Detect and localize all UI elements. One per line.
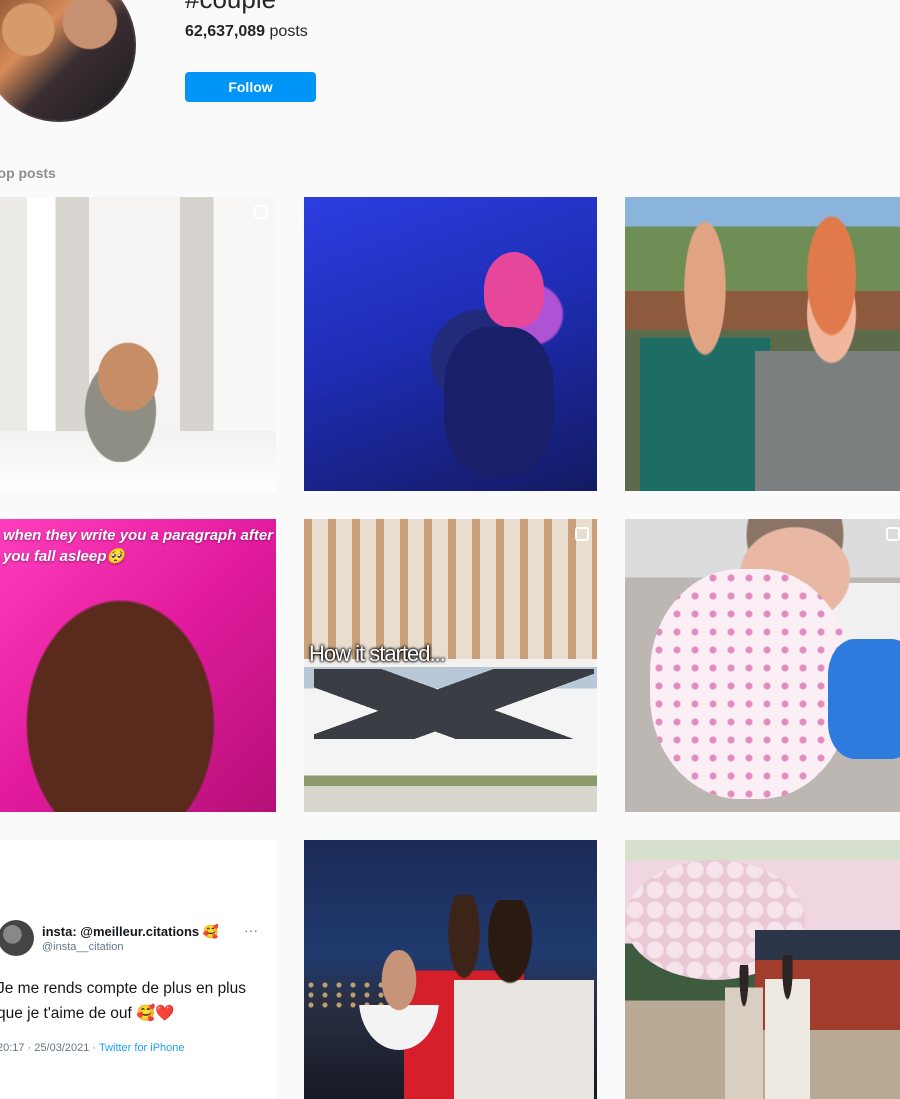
top-posts-label: Top posts <box>0 165 56 181</box>
tweet-meta: 20:17 · 25/03/2021 · Twitter for iPhone <box>0 1042 185 1054</box>
post-9-image-person-left <box>725 965 763 1099</box>
post-tile-9[interactable] <box>625 840 900 1099</box>
post-tile-5[interactable]: How it started... <box>304 519 597 812</box>
post-3-image-person-right <box>755 212 900 491</box>
post-1-image-figures <box>53 292 203 462</box>
gallery-icon <box>575 527 589 541</box>
gallery-icon <box>886 527 900 541</box>
tweet-handle: insta: @meilleur.citations 🥰 <box>42 924 219 939</box>
post-tile-1[interactable] <box>0 197 276 491</box>
tweet-time: 20:17 · 25/03/2021 · <box>0 1042 99 1054</box>
post-tile-3[interactable] <box>625 197 900 491</box>
post-2-image-hair <box>484 252 544 327</box>
post-tile-8[interactable] <box>304 840 597 1099</box>
gallery-icon <box>254 205 268 219</box>
tweet-app: Twitter for iPhone <box>98 1042 185 1054</box>
post-tile-7[interactable]: insta: @meilleur.citations 🥰 @insta__cit… <box>0 840 276 1099</box>
tweet-text: Je me rends compte de plus en plus que j… <box>0 980 246 1022</box>
post-8-image-baby <box>359 950 439 1050</box>
post-4-overlay-text: when they write you a paragraph after yo… <box>3 527 274 565</box>
tweet-avatar <box>0 920 34 956</box>
post-8-image-man-white <box>454 900 594 1099</box>
hashtag-title: #couple <box>185 0 276 15</box>
post-3-image-person-left <box>640 207 770 491</box>
post-tile-4[interactable]: when they write you a paragraph after yo… <box>0 519 276 812</box>
post-5-image-framing <box>304 519 597 659</box>
post-9-image-person-right <box>765 955 810 1099</box>
follow-button[interactable]: Follow <box>185 72 316 102</box>
post-5-overlay-text: How it started... <box>309 641 446 666</box>
tweet-username: @insta__citation <box>42 941 124 953</box>
posts-count-number: 62,637,089 <box>185 23 266 40</box>
post-tile-2[interactable] <box>304 197 597 491</box>
post-6-image-baby <box>650 569 850 799</box>
post-6-image-blue-toy <box>828 639 900 759</box>
hashtag-page: #couple 62,637,089 posts Follow Top post… <box>0 0 900 1099</box>
posts-count: 62,637,089 posts <box>185 23 308 41</box>
hashtag-avatar <box>0 0 136 122</box>
posts-count-suffix: posts <box>265 23 308 40</box>
post-5-image-roof <box>314 669 594 739</box>
post-2-image-body <box>444 327 554 477</box>
more-dots-icon: ··· <box>244 922 258 938</box>
post-tile-6[interactable] <box>625 519 900 812</box>
